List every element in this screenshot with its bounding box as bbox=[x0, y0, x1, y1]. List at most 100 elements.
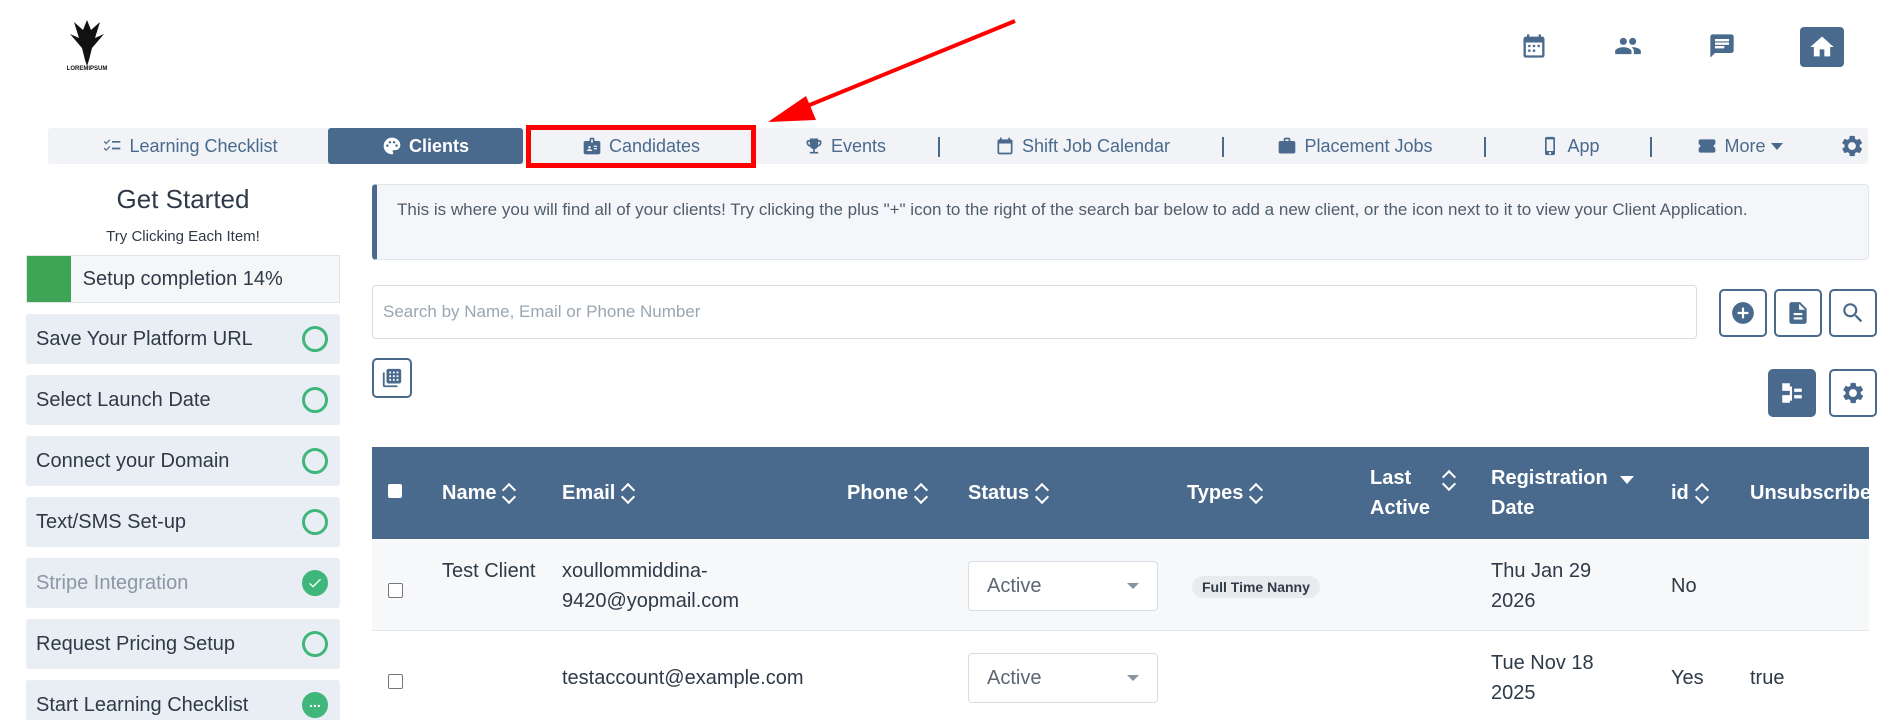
logo-text: LOREMIPSUM bbox=[67, 66, 108, 72]
sort-icon bbox=[503, 480, 515, 506]
circle-outline-icon bbox=[302, 326, 328, 352]
row-checkbox[interactable] bbox=[388, 583, 403, 598]
sidebar-title: Get Started bbox=[116, 184, 250, 214]
select-all-checkbox[interactable] bbox=[388, 484, 402, 498]
check-circle-icon bbox=[302, 570, 328, 596]
column-layout-button[interactable] bbox=[1768, 369, 1816, 417]
calendar-icon[interactable] bbox=[1512, 26, 1556, 66]
tab-learning-checklist[interactable]: Learning Checklist bbox=[100, 128, 280, 164]
sidebar-item-label: Text/SMS Set-up bbox=[36, 510, 187, 533]
nav-divider bbox=[1222, 137, 1224, 157]
tab-more-dropdown[interactable]: More bbox=[1690, 128, 1790, 164]
ellipsis-circle-icon: ... bbox=[302, 692, 328, 718]
status-select[interactable]: Active bbox=[968, 561, 1158, 611]
sort-icon bbox=[1443, 467, 1455, 493]
tab-label: App bbox=[1567, 135, 1600, 156]
sidebar-item-label: Connect your Domain bbox=[36, 449, 230, 472]
ticket-icon bbox=[1699, 139, 1716, 153]
column-header-name[interactable]: Name bbox=[442, 447, 515, 539]
column-header-types[interactable]: Types bbox=[1187, 447, 1262, 539]
sidebar-item-label: Stripe Integration bbox=[36, 571, 189, 594]
search-input[interactable] bbox=[372, 285, 1697, 339]
sidebar-item-save-platform-url[interactable]: Save Your Platform URL bbox=[26, 314, 340, 364]
sidebar-item-request-pricing-setup[interactable]: Request Pricing Setup bbox=[26, 619, 340, 669]
tab-placement-jobs[interactable]: Placement Jobs bbox=[1265, 128, 1445, 164]
sidebar-item-text-sms-setup[interactable]: Text/SMS Set-up bbox=[26, 497, 340, 547]
sidebar-item-label: Start Learning Checklist bbox=[36, 693, 249, 716]
sidebar-item-select-launch-date[interactable]: Select Launch Date bbox=[26, 375, 340, 425]
status-value: Active bbox=[987, 574, 1042, 597]
sidebar-item-start-learning-checklist[interactable]: Start Learning Checklist ... bbox=[26, 680, 340, 720]
circle-outline-icon bbox=[302, 448, 328, 474]
chevron-down-icon bbox=[1127, 583, 1139, 589]
nav-divider bbox=[1650, 137, 1652, 157]
sort-icon bbox=[1036, 480, 1048, 506]
sort-desc-icon bbox=[1620, 476, 1634, 484]
progress-fill bbox=[27, 256, 71, 302]
nav-divider bbox=[938, 137, 940, 157]
search-icon bbox=[1843, 303, 1863, 323]
column-header-registration-date[interactable]: Registration Date bbox=[1491, 447, 1634, 539]
add-client-button[interactable] bbox=[1719, 289, 1767, 337]
tab-label: Events bbox=[830, 135, 887, 156]
export-button[interactable] bbox=[372, 358, 412, 398]
calendar-icon bbox=[997, 137, 1013, 155]
company-logo[interactable]: LOREMIPSUM bbox=[62, 16, 112, 72]
column-header-unsubscribed[interactable]: Unsubscribed bbox=[1750, 447, 1869, 539]
registration-date: Tue Nov 18 2025 bbox=[1491, 652, 1594, 704]
mobile-icon bbox=[1545, 136, 1556, 156]
plus-circle-icon bbox=[1732, 302, 1754, 324]
tab-shift-job-calendar[interactable]: Shift Job Calendar bbox=[985, 128, 1180, 164]
tab-label: Clients bbox=[408, 135, 469, 156]
circle-outline-icon bbox=[302, 387, 328, 413]
column-header-phone[interactable]: Phone bbox=[847, 447, 927, 539]
column-header-status[interactable]: Status bbox=[968, 447, 1048, 539]
table-header: Name Email Phone Status Types Last Activ… bbox=[372, 447, 1869, 539]
registration-date: Thu Jan 29 2026 bbox=[1491, 560, 1592, 612]
client-email: xoullommiddina-9420@yopmail.com bbox=[562, 560, 740, 612]
sort-icon bbox=[622, 480, 634, 506]
search-button[interactable] bbox=[1829, 289, 1877, 337]
tab-label: Placement Jobs bbox=[1304, 135, 1433, 156]
table-settings-button[interactable] bbox=[1829, 369, 1877, 417]
progress-label: Setup completion 14% bbox=[82, 267, 283, 290]
users-icon[interactable] bbox=[1606, 26, 1650, 66]
client-id: Yes bbox=[1671, 667, 1704, 689]
client-name[interactable]: Test Client bbox=[442, 556, 542, 586]
tab-clients[interactable]: Clients bbox=[328, 128, 523, 164]
sidebar-item-label: Request Pricing Setup bbox=[36, 632, 236, 655]
checklist-icon bbox=[104, 139, 121, 151]
chevron-down-icon bbox=[1770, 142, 1783, 150]
column-header-last-active[interactable]: Last Active bbox=[1370, 447, 1455, 539]
sort-icon bbox=[1250, 480, 1262, 506]
tab-label: More bbox=[1724, 135, 1766, 156]
gear-icon bbox=[1843, 382, 1864, 404]
briefcase-icon bbox=[1279, 137, 1296, 154]
row-checkbox[interactable] bbox=[388, 674, 403, 689]
palette-icon bbox=[383, 137, 401, 155]
home-icon[interactable] bbox=[1800, 27, 1844, 67]
sidebar-item-label: Select Launch Date bbox=[36, 388, 211, 411]
sidebar-item-connect-domain[interactable]: Connect your Domain bbox=[26, 436, 340, 486]
sidebar-subtitle: Try Clicking Each Item! bbox=[106, 228, 260, 245]
tab-label: Learning Checklist bbox=[129, 135, 278, 156]
sort-icon bbox=[1696, 480, 1708, 506]
column-header-id[interactable]: id bbox=[1671, 447, 1708, 539]
client-id: No bbox=[1671, 575, 1697, 597]
status-value: Active bbox=[987, 666, 1042, 689]
tab-events[interactable]: Events bbox=[800, 128, 890, 164]
client-application-button[interactable] bbox=[1774, 289, 1822, 337]
tree-layout-icon bbox=[1782, 383, 1802, 403]
chat-icon[interactable] bbox=[1700, 26, 1744, 66]
column-header-email[interactable]: Email bbox=[562, 447, 634, 539]
circle-outline-icon bbox=[302, 509, 328, 535]
nav-settings-gear-icon[interactable] bbox=[1834, 128, 1870, 164]
status-select[interactable]: Active bbox=[968, 653, 1158, 703]
unsubscribed-value: true bbox=[1750, 667, 1785, 689]
sidebar-item-stripe-integration[interactable]: Stripe Integration bbox=[26, 558, 340, 608]
type-badge: Full Time Nanny bbox=[1192, 576, 1320, 598]
tab-label: Shift Job Calendar bbox=[1021, 135, 1171, 156]
document-icon bbox=[1789, 302, 1807, 324]
sort-icon bbox=[915, 480, 927, 506]
tab-app[interactable]: App bbox=[1530, 128, 1610, 164]
